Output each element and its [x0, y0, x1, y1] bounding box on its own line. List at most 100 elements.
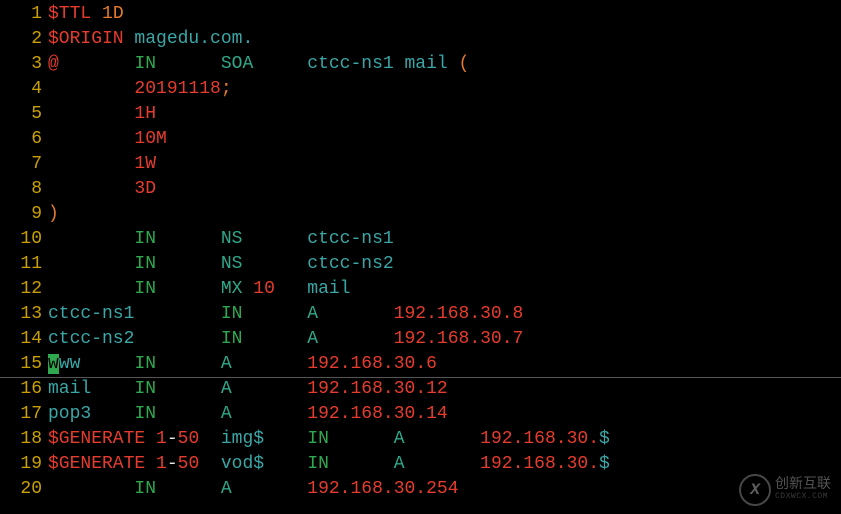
- line-number: 4: [0, 77, 48, 102]
- line-content[interactable]: IN NS ctcc-ns1: [48, 227, 841, 252]
- code-line[interactable]: 14ctcc-ns2 IN A 192.168.30.7: [0, 327, 841, 352]
- line-content[interactable]: 20191118;: [48, 77, 841, 102]
- line-content[interactable]: pop3 IN A 192.168.30.14: [48, 402, 841, 427]
- token: [242, 304, 307, 324]
- code-line[interactable]: 8 3D: [0, 177, 841, 202]
- token: [232, 404, 308, 424]
- token: pop3: [48, 404, 91, 424]
- line-content[interactable]: IN MX 10 mail: [48, 277, 841, 302]
- token: [232, 354, 308, 374]
- code-line[interactable]: 15www IN A 192.168.30.6: [0, 352, 841, 377]
- token: IN: [134, 279, 156, 299]
- token: 192.168.30.7: [394, 329, 524, 349]
- code-line[interactable]: 11 IN NS ctcc-ns2: [0, 252, 841, 277]
- code-line[interactable]: 3@ IN SOA ctcc-ns1 mail (: [0, 52, 841, 77]
- token: mail: [307, 279, 350, 299]
- line-content[interactable]: 3D: [48, 177, 841, 202]
- line-content[interactable]: 1H: [48, 102, 841, 127]
- line-number: 5: [0, 102, 48, 127]
- token: magedu.com.: [134, 29, 253, 49]
- token: $GENERATE: [48, 429, 156, 449]
- token: NS: [221, 254, 243, 274]
- token: $TTL: [48, 4, 102, 24]
- code-line[interactable]: 19$GENERATE 1-50 vod$ IN A 192.168.30.$: [0, 452, 841, 477]
- token: IN: [134, 229, 156, 249]
- line-content[interactable]: $GENERATE 1-50 vod$ IN A 192.168.30.$: [48, 452, 841, 477]
- token: 192.168.30.12: [307, 379, 447, 399]
- token: IN: [134, 254, 156, 274]
- line-number: 7: [0, 152, 48, 177]
- token: [48, 179, 134, 199]
- code-line[interactable]: 2$ORIGIN magedu.com.: [0, 27, 841, 52]
- token: [232, 379, 308, 399]
- token: -: [167, 454, 178, 474]
- token: 192.168.30.: [480, 454, 599, 474]
- code-line[interactable]: 17pop3 IN A 192.168.30.14: [0, 402, 841, 427]
- token: [156, 254, 221, 274]
- line-content[interactable]: @ IN SOA ctcc-ns1 mail (: [48, 52, 841, 77]
- line-content[interactable]: ): [48, 202, 841, 227]
- token: img$: [221, 429, 264, 449]
- token: 50: [178, 429, 200, 449]
- line-content[interactable]: 1W: [48, 152, 841, 177]
- zone-file-editor[interactable]: 1$TTL 1D2$ORIGIN magedu.com.3@ IN SOA ct…: [0, 0, 841, 502]
- token: [242, 329, 307, 349]
- token: [275, 279, 307, 299]
- token: [199, 454, 221, 474]
- token: [48, 229, 134, 249]
- token: [242, 279, 253, 299]
- token: ctcc-ns2: [307, 254, 393, 274]
- token: [156, 354, 221, 374]
- line-content[interactable]: $GENERATE 1-50 img$ IN A 192.168.30.$: [48, 427, 841, 452]
- token: 20191118: [134, 79, 220, 99]
- line-number: 6: [0, 127, 48, 152]
- code-line[interactable]: 20 IN A 192.168.30.254: [0, 477, 841, 502]
- token: [156, 279, 221, 299]
- cursor: w: [48, 354, 59, 374]
- line-number: 8: [0, 177, 48, 202]
- watermark-text-en: CDXWCX.COM: [775, 493, 831, 502]
- token: 50: [178, 454, 200, 474]
- line-content[interactable]: $TTL 1D: [48, 2, 841, 27]
- code-line[interactable]: 7 1W: [0, 152, 841, 177]
- code-line[interactable]: 4 20191118;: [0, 77, 841, 102]
- token: ): [48, 204, 59, 224]
- token: IN: [134, 379, 156, 399]
- code-line[interactable]: 18$GENERATE 1-50 img$ IN A 192.168.30.$: [0, 427, 841, 452]
- token: IN: [134, 404, 156, 424]
- token: $: [599, 454, 610, 474]
- token: ctcc-ns1: [48, 304, 134, 324]
- token: [48, 79, 134, 99]
- code-line[interactable]: 9): [0, 202, 841, 227]
- line-number: 20: [0, 477, 48, 502]
- line-content[interactable]: IN A 192.168.30.254: [48, 477, 841, 502]
- line-content[interactable]: 10M: [48, 127, 841, 152]
- code-line[interactable]: 16mail IN A 192.168.30.12: [0, 377, 841, 402]
- token: 10M: [134, 129, 166, 149]
- code-line[interactable]: 6 10M: [0, 127, 841, 152]
- code-line[interactable]: 13ctcc-ns1 IN A 192.168.30.8: [0, 302, 841, 327]
- line-content[interactable]: $ORIGIN magedu.com.: [48, 27, 841, 52]
- line-content[interactable]: IN NS ctcc-ns2: [48, 252, 841, 277]
- token: 1: [156, 454, 167, 474]
- token: A: [221, 354, 232, 374]
- code-line[interactable]: 12 IN MX 10 mail: [0, 277, 841, 302]
- line-content[interactable]: www IN A 192.168.30.6: [48, 352, 841, 377]
- code-line[interactable]: 10 IN NS ctcc-ns1: [0, 227, 841, 252]
- token: mail: [48, 379, 91, 399]
- token: [329, 429, 394, 449]
- token: IN: [134, 479, 156, 499]
- code-line[interactable]: 5 1H: [0, 102, 841, 127]
- token: ww: [59, 354, 81, 374]
- watermark-logo-icon: X: [739, 474, 771, 506]
- line-content[interactable]: ctcc-ns1 IN A 192.168.30.8: [48, 302, 841, 327]
- token: NS: [221, 229, 243, 249]
- token: 192.168.30.254: [307, 479, 458, 499]
- token: [242, 229, 307, 249]
- line-content[interactable]: mail IN A 192.168.30.12: [48, 377, 841, 402]
- token: [59, 54, 135, 74]
- token: MX: [221, 279, 243, 299]
- token: 3D: [134, 179, 156, 199]
- line-content[interactable]: ctcc-ns2 IN A 192.168.30.7: [48, 327, 841, 352]
- code-line[interactable]: 1$TTL 1D: [0, 2, 841, 27]
